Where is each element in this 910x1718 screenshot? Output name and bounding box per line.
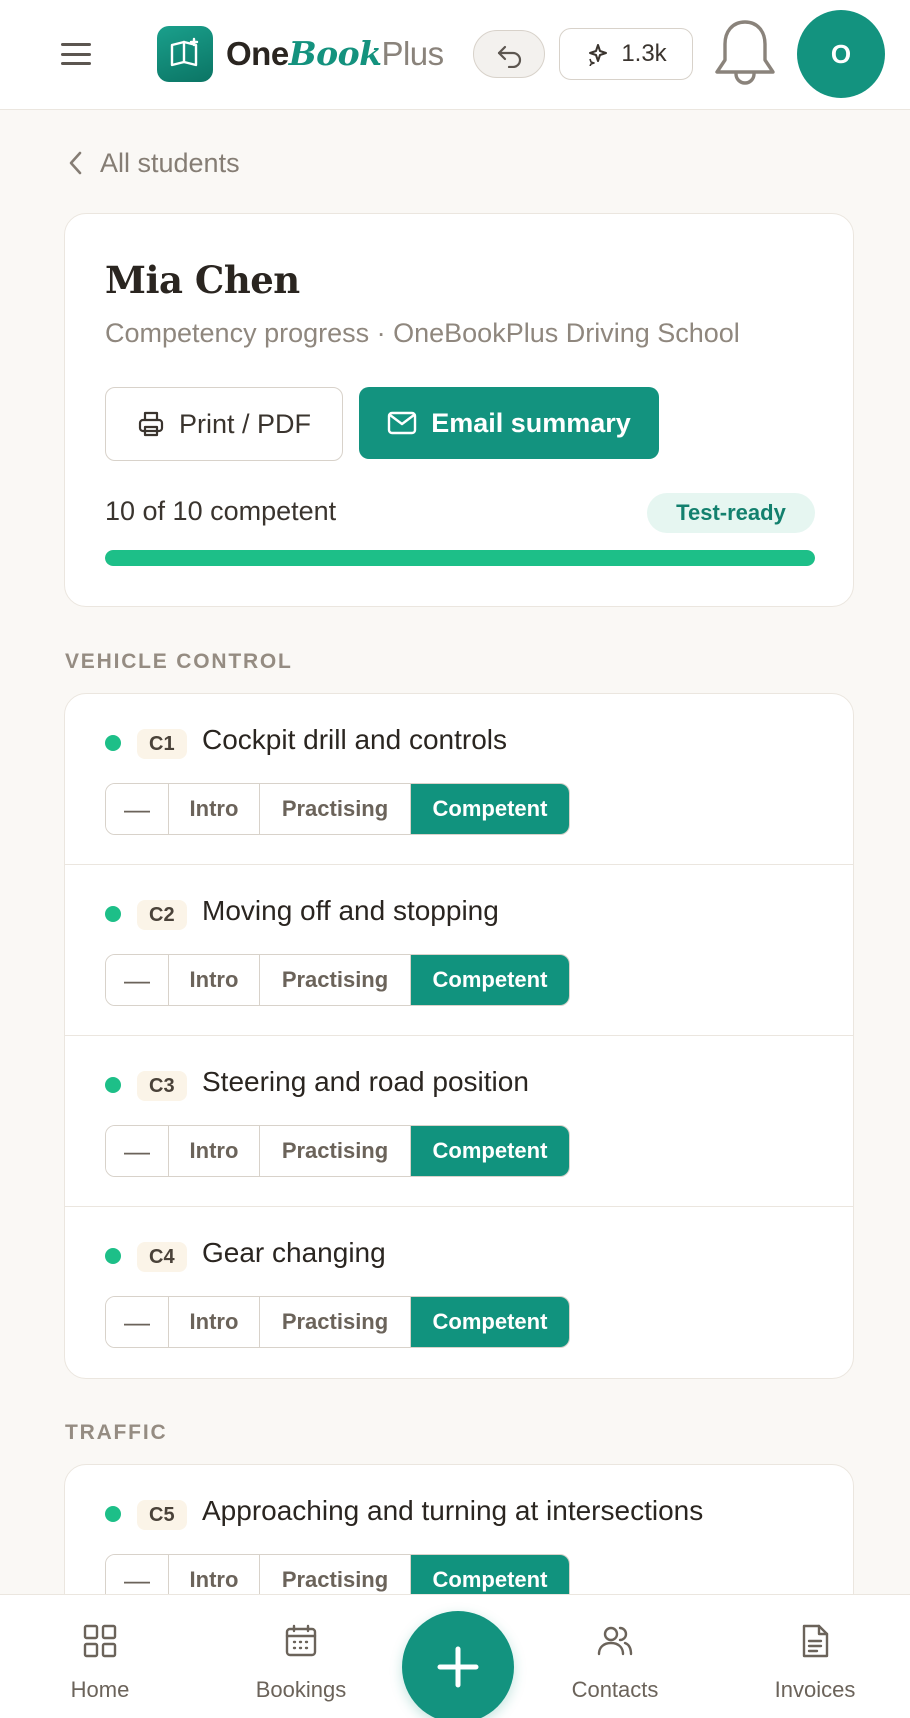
status-dot — [105, 1077, 121, 1093]
add-fab-button[interactable] — [402, 1611, 514, 1718]
contacts-people-icon — [597, 1626, 633, 1656]
competency-code: C5 — [137, 1500, 187, 1530]
print-pdf-button[interactable]: Print / PDF — [105, 387, 343, 461]
document-icon — [802, 1624, 829, 1658]
section-heading-traffic: TRAFFIC — [65, 1421, 168, 1444]
level-option-competent[interactable]: Competent — [411, 955, 569, 1005]
print-pdf-label: Print / PDF — [178, 408, 312, 439]
student-summary-card: Mia Chen Competency progress · OneBookPl… — [64, 213, 854, 607]
undo-icon — [497, 45, 522, 68]
level-option-practising[interactable]: Practising — [260, 1297, 411, 1347]
competency-title: Approaching and turning at intersections — [202, 1495, 704, 1526]
level-option-practising[interactable]: Practising — [260, 1126, 411, 1176]
nav-contacts[interactable]: Contacts — [535, 1595, 695, 1718]
grid-home-icon — [83, 1624, 117, 1658]
brand-part-plus: Plus — [381, 35, 444, 72]
sparkle-icon — [589, 44, 608, 66]
student-name: Mia Chen — [105, 258, 300, 302]
competency-progress-text: 10 of 10 competent — [105, 496, 337, 526]
nav-bookings[interactable]: Bookings — [221, 1595, 381, 1718]
notifications-bell-icon[interactable] — [710, 16, 780, 92]
competency-code: C1 — [137, 729, 187, 759]
level-option-practising[interactable]: Practising — [260, 784, 411, 834]
plus-icon — [437, 1646, 479, 1688]
level-selector: — Intro Practising Competent — [105, 954, 570, 1006]
brand-part-one: One — [226, 35, 289, 72]
competency-row: C4 Gear changing — Intro Practising Comp… — [65, 1207, 853, 1378]
level-option-none[interactable]: — — [106, 1297, 169, 1347]
competency-title: Cockpit drill and controls — [202, 724, 508, 755]
level-option-none[interactable]: — — [106, 955, 169, 1005]
level-option-competent[interactable]: Competent — [411, 1126, 569, 1176]
level-selector: — Intro Practising Competent — [105, 783, 570, 835]
nav-bookings-label: Bookings — [255, 1677, 347, 1702]
level-option-none[interactable]: — — [106, 1126, 169, 1176]
top-bar: OneBookPlus 1.3k O — [0, 0, 910, 110]
competency-row: C1 Cockpit drill and controls — Intro Pr… — [65, 694, 853, 865]
email-summary-label: Email summary — [431, 407, 631, 438]
nav-home[interactable]: Home — [20, 1595, 180, 1718]
competency-title: Moving off and stopping — [202, 895, 499, 926]
level-option-practising[interactable]: Practising — [260, 955, 411, 1005]
level-option-none[interactable]: — — [106, 784, 169, 834]
level-option-intro[interactable]: Intro — [169, 784, 260, 834]
competency-code: C2 — [137, 900, 187, 930]
level-option-intro[interactable]: Intro — [169, 1297, 260, 1347]
calendar-icon — [285, 1624, 317, 1657]
competency-title: Steering and road position — [202, 1066, 529, 1097]
brand-wordmark[interactable]: OneBookPlus — [226, 33, 444, 75]
email-summary-button[interactable]: Email summary — [359, 387, 659, 459]
level-option-intro[interactable]: Intro — [169, 1126, 260, 1176]
test-ready-badge: Test-ready — [647, 493, 815, 533]
ai-credits-count: 1.3k — [621, 40, 667, 67]
level-option-intro[interactable]: Intro — [169, 955, 260, 1005]
competency-row: C3 Steering and road position — Intro Pr… — [65, 1036, 853, 1207]
competency-row: C2 Moving off and stopping — Intro Pract… — [65, 865, 853, 1036]
level-selector: — Intro Practising Competent — [105, 1296, 570, 1348]
competency-code: C4 — [137, 1242, 187, 1272]
competency-progress-bar — [105, 550, 815, 566]
status-dot — [105, 735, 121, 751]
undo-button[interactable] — [473, 30, 545, 78]
nav-invoices-label: Invoices — [774, 1677, 856, 1702]
book-logo-icon — [157, 26, 213, 82]
status-dot — [105, 1248, 121, 1264]
brand-part-book: Book — [288, 34, 382, 73]
back-link-label: All students — [100, 147, 240, 178]
back-to-students-link[interactable]: All students — [68, 145, 240, 181]
level-selector: — Intro Practising Competent — [105, 1125, 570, 1177]
nav-home-label: Home — [70, 1677, 130, 1702]
chevron-left-icon — [69, 151, 82, 175]
section-heading-vehicle-control: VEHICLE CONTROL — [65, 650, 293, 673]
printer-icon — [138, 411, 164, 437]
level-option-competent[interactable]: Competent — [411, 1297, 569, 1347]
nav-invoices[interactable]: Invoices — [735, 1595, 895, 1718]
status-dot — [105, 906, 121, 922]
mail-icon — [387, 411, 417, 435]
competency-title: Gear changing — [202, 1237, 386, 1268]
user-avatar[interactable]: O — [797, 10, 885, 98]
ai-credits-button[interactable]: 1.3k — [559, 28, 693, 80]
hamburger-menu-icon[interactable] — [55, 38, 97, 70]
competency-progress-fill — [105, 550, 815, 566]
level-option-competent[interactable]: Competent — [411, 784, 569, 834]
nav-contacts-label: Contacts — [571, 1677, 659, 1702]
competency-code: C3 — [137, 1071, 187, 1101]
student-subtitle: Competency progress · OneBookPlus Drivin… — [105, 318, 740, 348]
status-dot — [105, 1506, 121, 1522]
section-card-vehicle-control: C1 Cockpit drill and controls — Intro Pr… — [64, 693, 854, 1379]
